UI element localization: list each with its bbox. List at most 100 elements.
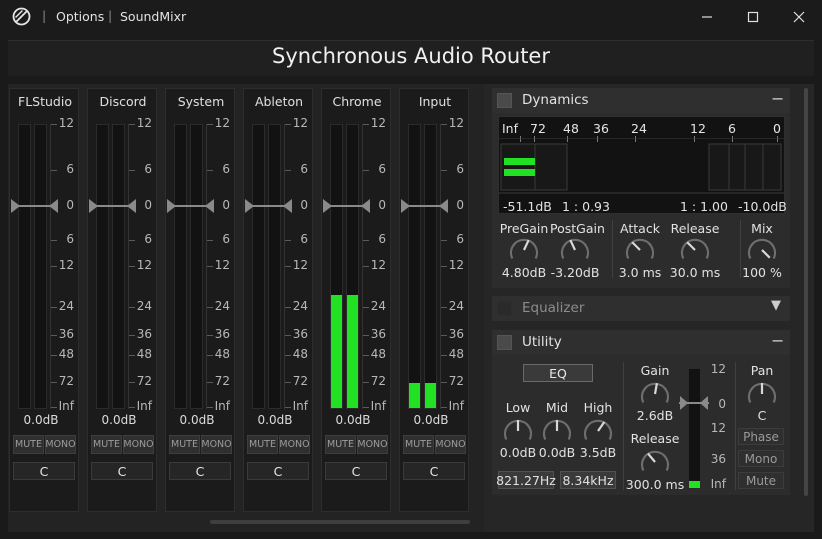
utility-scale-label: 12: [710, 421, 726, 435]
mute-button[interactable]: MUTE: [169, 435, 200, 454]
pan-field[interactable]: C: [325, 462, 387, 480]
fader-handle[interactable]: [167, 199, 176, 213]
window-title: SoundMixr: [120, 9, 187, 24]
fader-track[interactable]: [170, 205, 210, 207]
fader-track[interactable]: [248, 205, 288, 207]
mute-button[interactable]: MUTE: [91, 435, 122, 454]
pan-field[interactable]: C: [247, 462, 309, 480]
scale-label: 6: [378, 162, 386, 176]
dynamics-ratio-high: 1 : 1.00: [680, 199, 728, 214]
mute-button[interactable]: MUTE: [13, 435, 44, 454]
fader-handle[interactable]: [401, 199, 410, 213]
minimize-button[interactable]: [684, 0, 730, 33]
utility-collapse-button[interactable]: −: [771, 331, 784, 350]
scale-label: 6: [66, 232, 74, 246]
scale-label: 12: [292, 258, 308, 272]
fader-handle[interactable]: [323, 199, 332, 213]
channel-volume: 0.0dB: [335, 413, 371, 427]
dynamics-knob-attack[interactable]: [623, 236, 657, 262]
dynamics-knob-label: Release: [670, 221, 720, 236]
scale-label: 48: [448, 347, 464, 361]
utility-fader-handle[interactable]: [680, 396, 688, 410]
mute-button[interactable]: MUTE: [403, 435, 434, 454]
mono-button[interactable]: Mono: [738, 450, 784, 467]
close-button[interactable]: [776, 0, 822, 33]
dynamics-knob-mix[interactable]: [745, 236, 779, 262]
utility-meter: [688, 368, 701, 489]
pan-field[interactable]: C: [403, 462, 465, 480]
fader-track[interactable]: [92, 205, 132, 207]
phase-button[interactable]: Phase: [738, 428, 784, 445]
equalizer-enable-checkbox[interactable]: [497, 301, 512, 316]
pan-value: C: [757, 408, 767, 423]
fader-handle[interactable]: [283, 199, 292, 213]
fader-handle[interactable]: [205, 199, 214, 213]
dynamics-ratio-low: 1 : 0.93: [562, 199, 610, 214]
eq-button[interactable]: EQ: [523, 364, 593, 382]
app-title: Synchronous Audio Router: [272, 44, 550, 68]
dynamics-enable-checkbox[interactable]: [497, 93, 512, 108]
scale-label: 36: [58, 327, 74, 341]
scale-label: 6: [300, 162, 308, 176]
fader-handle[interactable]: [361, 199, 370, 213]
utility-meter-level: [689, 480, 700, 488]
fader-handle[interactable]: [11, 199, 20, 213]
gain-knob[interactable]: [638, 380, 672, 406]
vertical-scrollbar[interactable]: [804, 88, 808, 496]
channel-name: FLStudio: [18, 94, 72, 109]
eq-low-frequency-field[interactable]: 821.27Hz: [496, 471, 556, 489]
channel-name: Input: [418, 94, 452, 109]
eq-knob-mid[interactable]: [540, 417, 574, 443]
equalizer-expand-button[interactable]: ▼: [771, 298, 781, 313]
scale-label: 24: [214, 299, 230, 313]
pan-knob[interactable]: [745, 380, 779, 406]
maximize-button[interactable]: [730, 0, 776, 33]
dynamics-axis-label: Inf: [502, 121, 519, 136]
pan-field[interactable]: C: [91, 462, 153, 480]
pan-field[interactable]: C: [13, 462, 75, 480]
fader-handle[interactable]: [127, 199, 136, 213]
fader-handle[interactable]: [89, 199, 98, 213]
channel-strip: Input 12 6 0 6 12 24 36 48 72 Inf 0.0dB MUTE MONO C: [399, 88, 469, 512]
dynamics-knob-value: 100 %: [742, 265, 782, 280]
pan-field[interactable]: C: [169, 462, 231, 480]
options-menu[interactable]: Options: [56, 9, 104, 24]
utility-enable-checkbox[interactable]: [497, 335, 512, 350]
fader-handle[interactable]: [49, 199, 58, 213]
mono-button[interactable]: MONO: [201, 435, 232, 454]
dynamics-knob-pregain[interactable]: [507, 236, 541, 262]
mute-button[interactable]: MUTE: [247, 435, 278, 454]
channel-strip: System 12 6 0 6 12 24 36 48 72 Inf 0.0dB MUTE MONO C: [165, 88, 235, 512]
mono-button[interactable]: MONO: [45, 435, 76, 454]
dynamics-knob-value: 4.80dB: [501, 265, 547, 280]
eq-high-frequency-field[interactable]: 8.34kHz: [560, 471, 616, 489]
dynamics-collapse-button[interactable]: −: [771, 89, 784, 108]
mono-button[interactable]: MONO: [279, 435, 310, 454]
mono-button[interactable]: MONO: [357, 435, 388, 454]
release-knob[interactable]: [638, 448, 672, 474]
fader-track[interactable]: [326, 205, 366, 207]
mute-button[interactable]: MUTE: [325, 435, 356, 454]
level-meter-left: [96, 124, 109, 409]
level-meter-left: [174, 124, 187, 409]
fader-track[interactable]: [14, 205, 54, 207]
close-icon: [793, 11, 805, 22]
fader-handle[interactable]: [439, 199, 448, 213]
mono-button[interactable]: MONO: [435, 435, 466, 454]
gain-label: Gain: [640, 363, 670, 378]
utility-scale-label: Inf: [710, 477, 726, 491]
eq-knob-low[interactable]: [501, 417, 535, 443]
eq-knob-high[interactable]: [581, 417, 615, 443]
dynamics-knob-postgain[interactable]: [558, 236, 592, 262]
utility-scale-label: 36: [710, 452, 726, 466]
fader-track[interactable]: [404, 205, 444, 207]
fader-handle[interactable]: [245, 199, 254, 213]
dynamics-knob-release[interactable]: [678, 236, 712, 262]
scale-label: 12: [58, 258, 74, 272]
horizontal-scrollbar[interactable]: [210, 520, 470, 524]
level-meter-left: [330, 124, 343, 409]
channel-volume: 0.0dB: [101, 413, 137, 427]
scale-label: 12: [370, 258, 386, 272]
mute-button[interactable]: Mute: [738, 472, 784, 489]
mono-button[interactable]: MONO: [123, 435, 154, 454]
